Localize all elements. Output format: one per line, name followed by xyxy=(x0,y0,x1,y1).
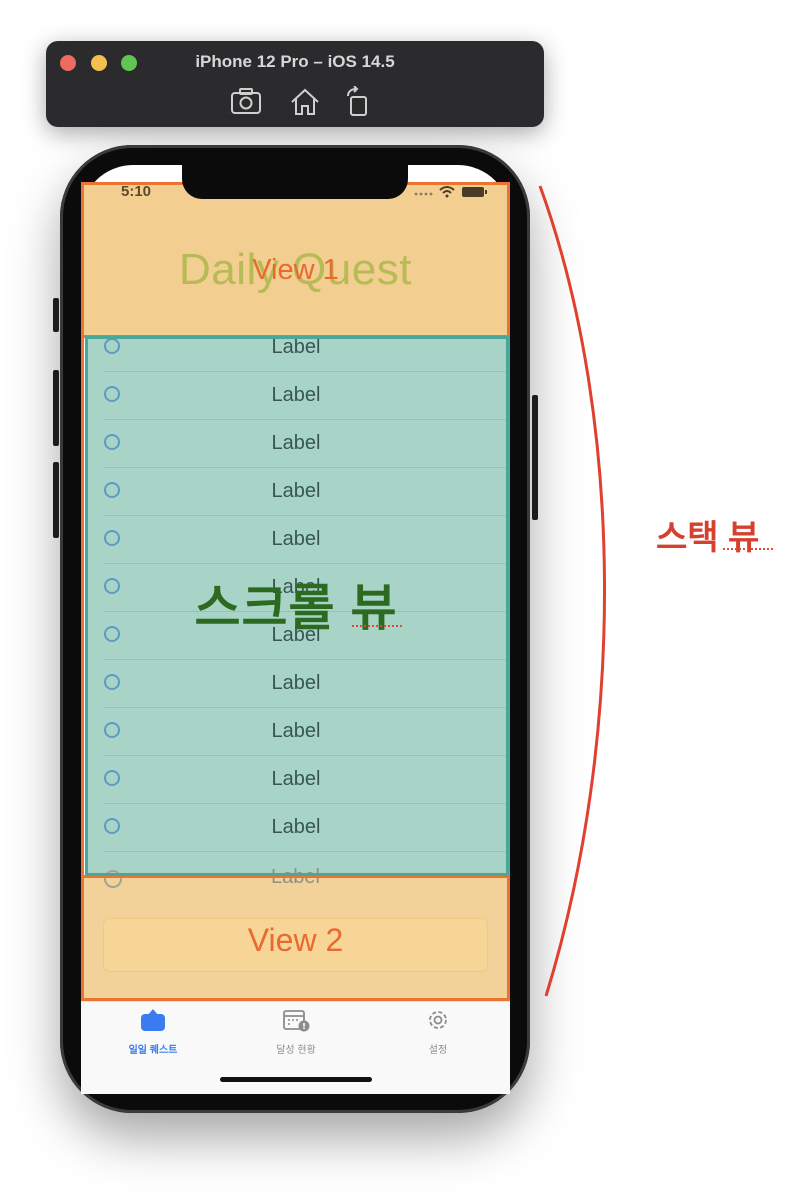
scroll-view-overlay-label: 스크롤 뷰 xyxy=(194,580,398,636)
mute-switch xyxy=(53,298,59,332)
quest-icon xyxy=(141,1009,165,1031)
view-1-overlay-label: View 1 xyxy=(252,254,339,286)
tab-settings[interactable]: 설정 xyxy=(378,1008,498,1056)
tab-daily-quest[interactable]: 일일 퀘스트 xyxy=(93,1008,213,1056)
gear-icon xyxy=(429,1011,447,1029)
battery-icon xyxy=(462,187,487,197)
row-label: Label xyxy=(271,672,321,694)
stack-divider-top xyxy=(81,335,510,338)
view-2-overlay-label: View 2 xyxy=(247,922,344,958)
row-label: Label xyxy=(271,528,321,550)
tab-label: 설정 xyxy=(428,1045,448,1056)
stack-view-annotation: 스택 뷰 xyxy=(656,519,760,557)
list-item[interactable]: Label xyxy=(85,756,507,804)
zoom-window-button[interactable] xyxy=(121,55,137,71)
screenshot-icon[interactable] xyxy=(229,86,263,118)
list-item[interactable]: Label xyxy=(85,804,507,852)
list-item[interactable]: Label xyxy=(85,338,507,372)
list-item[interactable]: Label xyxy=(85,708,507,756)
list-item[interactable]: Label xyxy=(85,468,507,516)
status-icons xyxy=(414,186,487,198)
row-label: Label xyxy=(271,384,321,406)
wifi-icon xyxy=(439,186,455,198)
tab-label: 일일 퀘스트 xyxy=(128,1045,178,1056)
volume-down-button xyxy=(53,462,59,538)
row-label: Label xyxy=(271,768,321,790)
minimize-window-button[interactable] xyxy=(91,55,107,71)
home-indicator xyxy=(220,1077,372,1082)
spellcheck-underline xyxy=(723,546,773,550)
row-label: Label xyxy=(271,816,321,838)
list-item[interactable]: Label xyxy=(85,516,507,564)
list-item[interactable]: Label xyxy=(85,660,507,708)
list-item[interactable]: Label xyxy=(85,372,507,420)
spellcheck-underline xyxy=(352,622,402,627)
home-icon[interactable] xyxy=(288,86,322,118)
row-label: Label xyxy=(271,480,321,502)
simulator-title: iPhone 12 Pro – iOS 14.5 xyxy=(195,52,395,71)
signal-icon xyxy=(414,192,433,196)
row-label: Label xyxy=(271,432,321,454)
tab-label: 달성 현황 xyxy=(276,1045,316,1056)
stack-divider-bottom xyxy=(81,875,510,878)
row-separator xyxy=(103,851,507,852)
calendar-icon xyxy=(283,1010,310,1032)
notch xyxy=(182,165,408,199)
list-item[interactable]: Label xyxy=(85,420,507,468)
status-time: 5:10 xyxy=(121,183,152,200)
row-label: Label xyxy=(271,338,321,358)
row-label: Label xyxy=(271,720,321,742)
rotate-icon[interactable] xyxy=(342,86,376,118)
volume-up-button xyxy=(53,370,59,446)
close-window-button[interactable] xyxy=(60,55,76,71)
tab-progress[interactable]: 달성 현황 xyxy=(236,1008,356,1056)
stack-view-bracket xyxy=(538,185,607,997)
